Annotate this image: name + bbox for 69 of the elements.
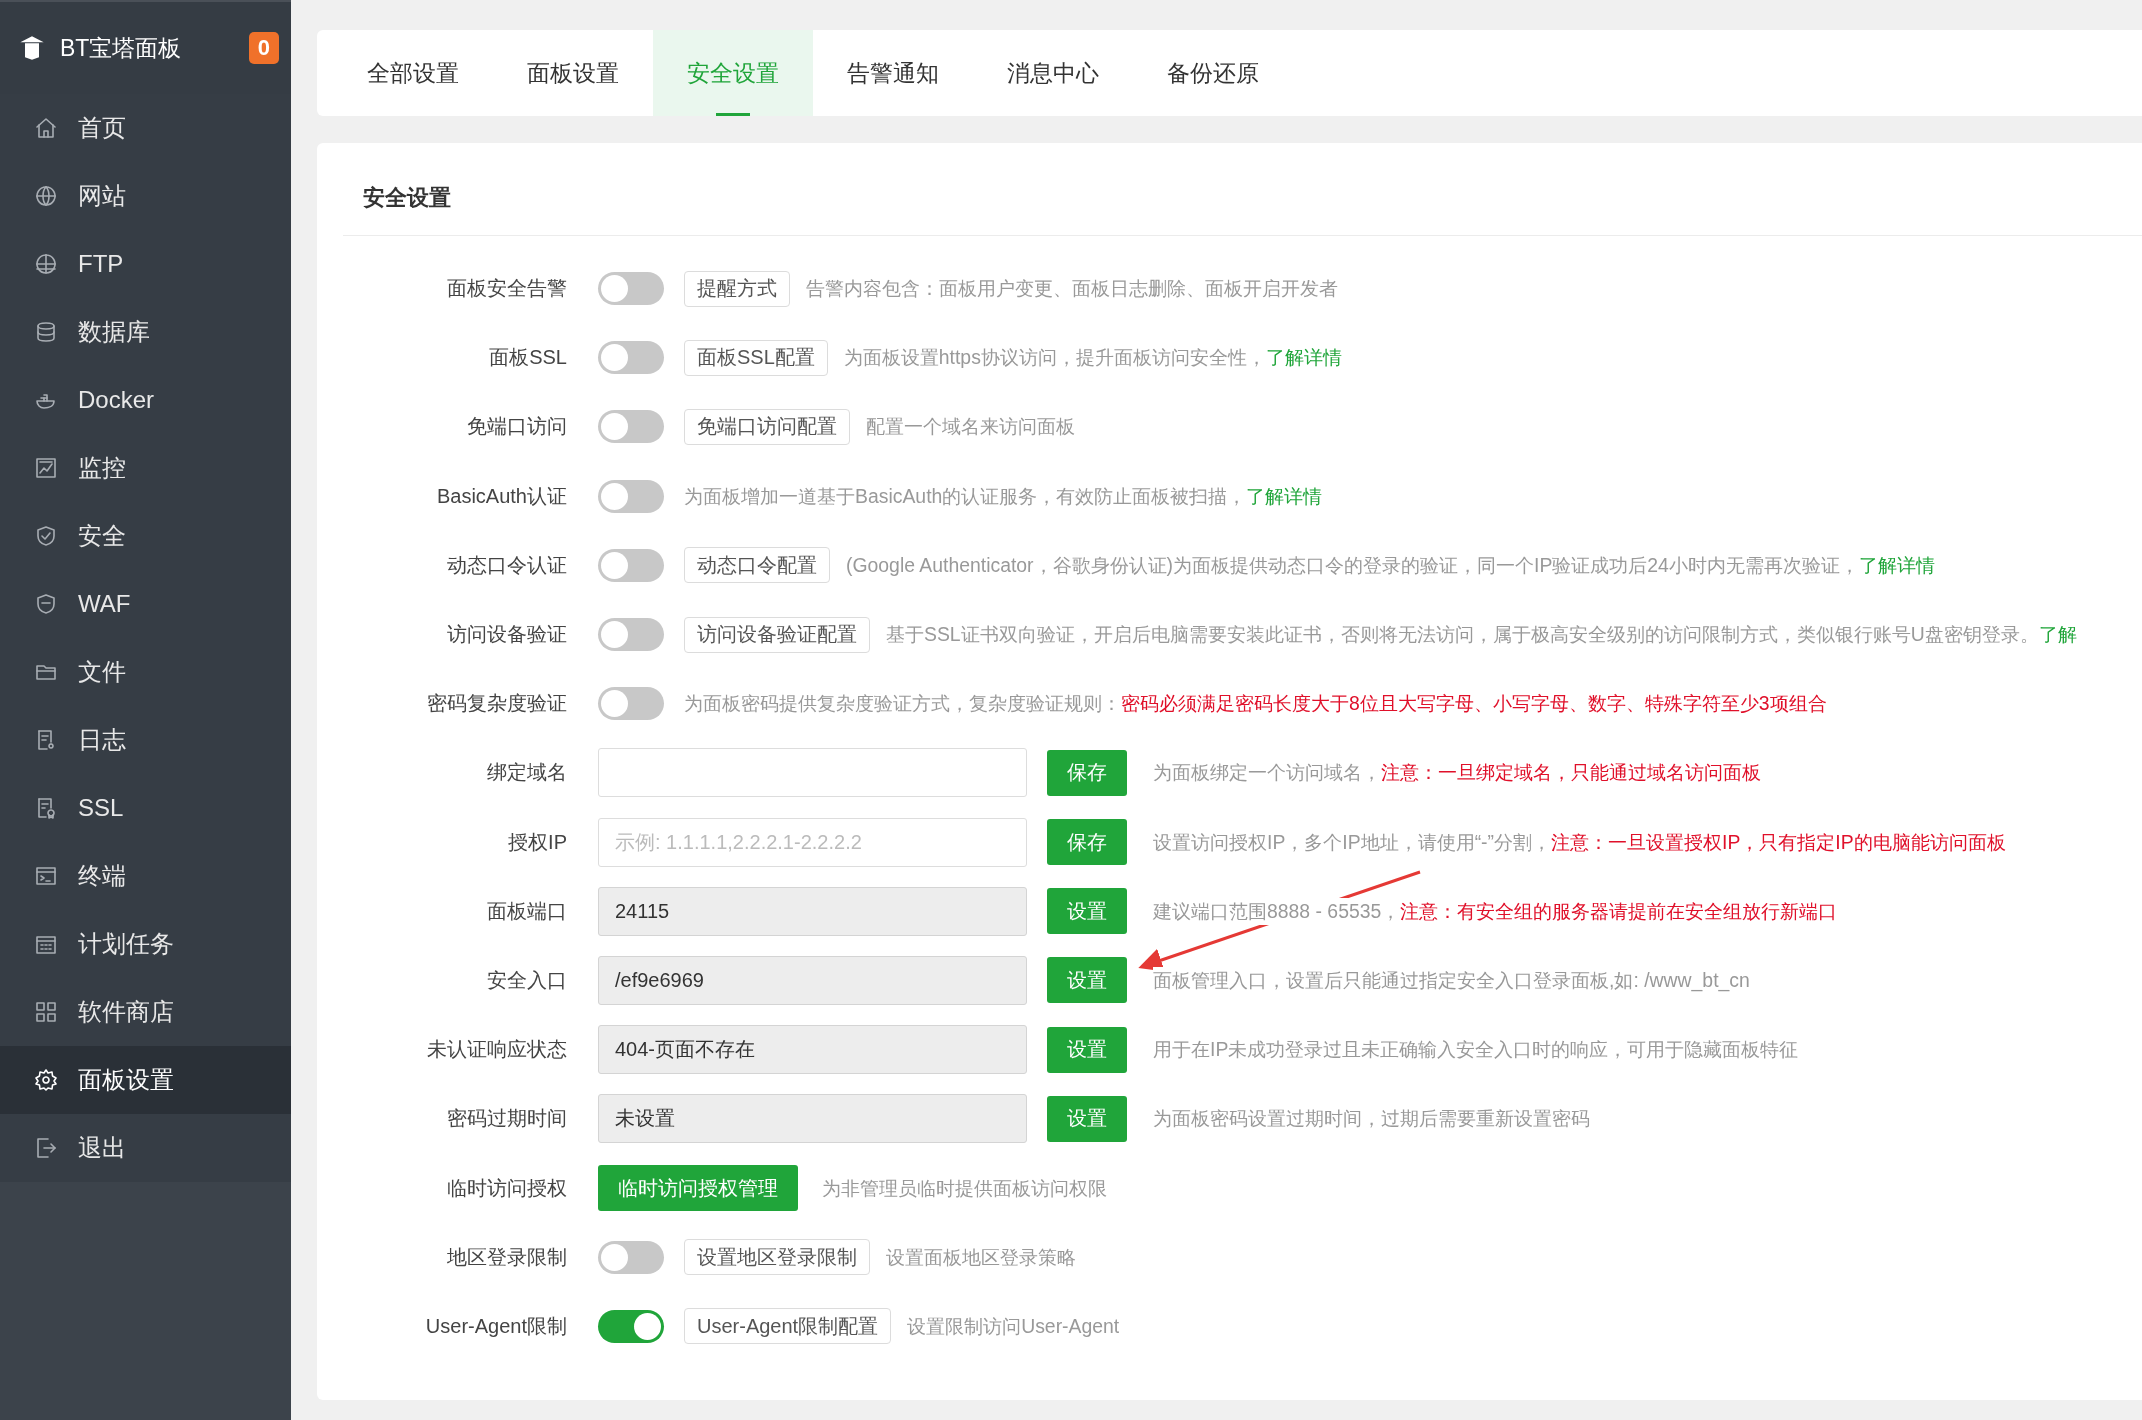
sidebar-item[interactable]: 日志 [0,706,291,774]
tab[interactable]: 面板设置 [493,30,653,116]
database-icon [34,320,58,344]
toggle-switch[interactable] [598,272,664,306]
input-field[interactable] [598,748,1027,798]
setting-label: 临时访问授权 [446,1175,567,1201]
toggle-switch[interactable] [598,1240,664,1274]
tab[interactable]: 告警通知 [813,30,973,116]
toggle-switch[interactable] [598,341,664,375]
config-button[interactable]: 动态口令配置 [684,547,830,584]
sidebar-item[interactable]: 安全 [0,502,291,570]
setting-label: BasicAuth认证 [435,483,567,509]
globe-icon [34,252,58,276]
config-button[interactable]: 免端口访问配置 [684,408,850,445]
setting-label: 绑定域名 [486,760,567,786]
toggle-switch[interactable] [598,1309,664,1343]
toggle-switch[interactable] [598,548,664,582]
sidebar-item[interactable]: 数据库 [0,298,291,366]
sidebar-item[interactable]: 网站 [0,162,291,230]
config-button[interactable]: 面板SSL配置 [684,339,828,376]
input-field[interactable]: 示例: 1.1.1.1,2.2.2.1-2.2.2.2 [598,817,1027,867]
setting-label: User-Agent限制 [424,1313,567,1339]
toggle-switch[interactable] [598,687,664,721]
home-icon [34,116,58,140]
grid-icon [34,1000,58,1024]
setting-label: 地区登录限制 [446,1244,567,1270]
setting-label: 未认证响应状态 [426,1037,567,1063]
sidebar-item[interactable]: 监控 [0,434,291,502]
exit-icon [34,1136,58,1160]
setting-label: 免端口访问 [466,414,567,440]
config-button[interactable]: 访问设备验证配置 [684,616,870,653]
logo-text: BT宝塔面板 [60,33,183,63]
toggle-switch[interactable] [598,410,664,444]
config-button[interactable]: User-Agent限制配置 [684,1308,892,1345]
shield-icon [34,524,58,548]
setting-label: 密码复杂度验证 [426,691,567,717]
section-title: 安全设置 [343,143,2142,236]
globe-icon [34,184,58,208]
sidebar-item[interactable]: 计划任务 [0,910,291,978]
setting-label: 面板SSL [488,345,567,371]
tab[interactable]: 消息中心 [973,30,1133,116]
chart-icon [34,456,58,480]
setting-label: 密码过期时间 [446,1106,567,1132]
sidebar-item[interactable]: 终端 [0,842,291,910]
sidebar-item[interactable]: SSL [0,774,291,842]
sidebar-item[interactable]: Docker [0,366,291,434]
config-button[interactable]: 提醒方式 [684,270,790,307]
sidebar-item[interactable]: 软件商店 [0,978,291,1046]
setting-label: 面板安全告警 [446,276,567,302]
tab[interactable]: 全部设置 [333,30,493,116]
sidebar-item[interactable]: 文件 [0,638,291,706]
settings-icon [34,1068,58,1092]
setting-description: 面板管理入口，设置后只能通过指定安全入口登录面板,如: /www_bt_cn [1153,966,1750,994]
setting-label: 安全入口 [486,967,567,993]
sidebar-item[interactable]: WAF [0,570,291,638]
setting-label: 面板端口 [486,898,567,924]
sidebar-item[interactable]: 退出 [0,1114,291,1182]
sidebar-item[interactable]: 面板设置 [0,1046,291,1114]
setting-label: 授权IP [507,829,567,855]
sidebar-item[interactable]: 首页 [0,94,291,162]
sidebar-item[interactable]: FTP [0,230,291,298]
toggle-switch[interactable] [598,618,664,652]
config-button[interactable]: 设置地区登录限制 [684,1239,870,1276]
setting-label: 访问设备验证 [446,622,567,648]
shield-icon [34,592,58,616]
toggle-switch[interactable] [598,479,664,513]
terminal-icon [34,864,58,888]
setting-label: 动态口令认证 [446,552,567,578]
tab[interactable]: 备份还原 [1133,30,1293,116]
